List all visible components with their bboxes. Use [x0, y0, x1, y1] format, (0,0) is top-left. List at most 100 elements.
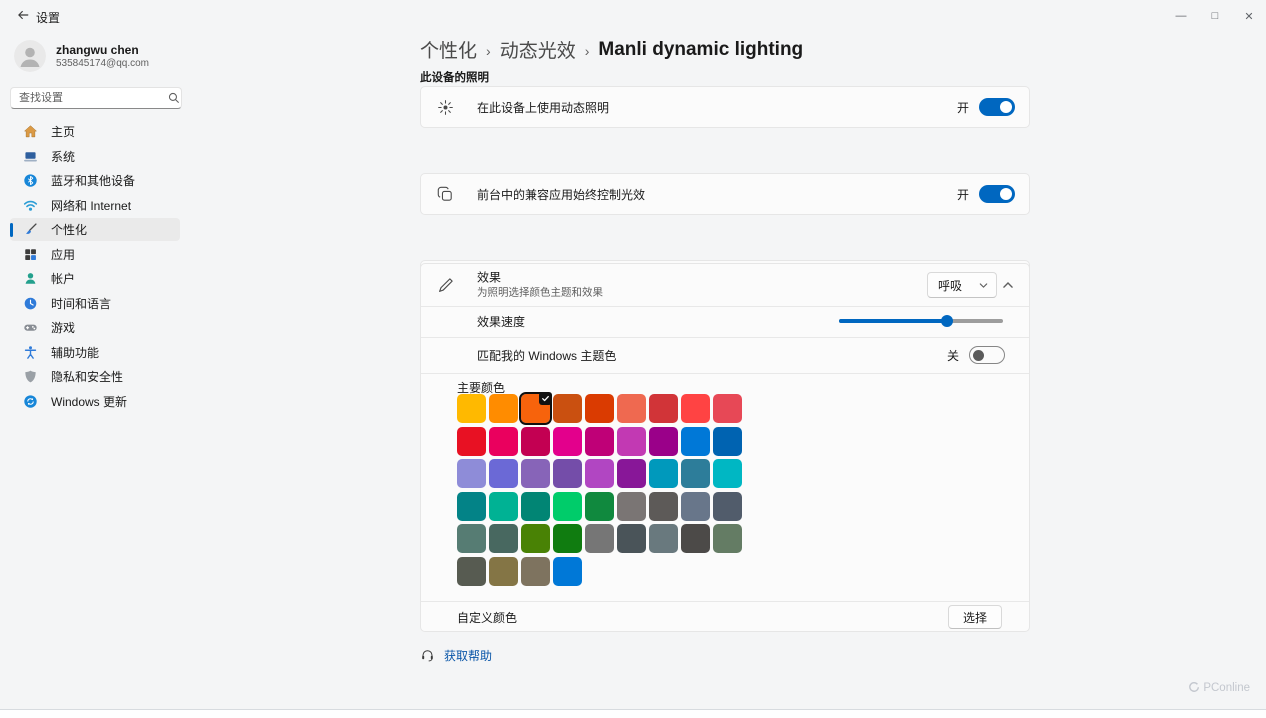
- color-swatch-e81123[interactable]: [457, 426, 486, 456]
- effects-label: 效果: [477, 270, 502, 285]
- color-swatch-68768a[interactable]: [681, 491, 710, 521]
- search-input[interactable]: [11, 92, 167, 104]
- effect-speed-slider[interactable]: [839, 314, 1003, 328]
- color-swatch-69797e[interactable]: [649, 524, 678, 553]
- color-swatch-b146c2[interactable]: [585, 459, 614, 488]
- sidebar-item-2[interactable]: 蓝牙和其他设备: [10, 169, 180, 192]
- color-swatch-d13438[interactable]: [649, 394, 678, 423]
- color-swatch-ea005e[interactable]: [489, 426, 518, 456]
- user-profile[interactable]: zhangwu chen 535845174@qq.com: [14, 40, 149, 72]
- minimize-button[interactable]: —: [1164, 0, 1198, 32]
- sidebar-item-7[interactable]: 时间和语言: [10, 292, 180, 315]
- color-swatch-00b7c3[interactable]: [713, 459, 742, 488]
- color-swatch-ff8c00[interactable]: [489, 394, 518, 423]
- breadcrumb-dynamic-lighting[interactable]: 动态光效: [500, 36, 576, 63]
- color-swatch-7e735f[interactable]: [521, 556, 550, 586]
- headset-icon: [420, 648, 435, 663]
- effect-dropdown[interactable]: 呼吸: [927, 272, 997, 298]
- color-swatch-ef6950[interactable]: [617, 394, 646, 423]
- color-swatch-8764b8[interactable]: [521, 459, 550, 488]
- color-swatch-847545[interactable]: [489, 556, 518, 586]
- watermark: PConline: [1187, 680, 1250, 696]
- color-swatch-575b51[interactable]: [457, 556, 486, 586]
- color-swatch-0078d7[interactable]: [681, 426, 710, 456]
- back-arrow-icon: [16, 8, 30, 27]
- chevron-up-icon[interactable]: [1001, 278, 1015, 292]
- color-swatch-0063b1[interactable]: [713, 426, 742, 456]
- match-theme-toggle[interactable]: [969, 346, 1005, 364]
- sidebar-item-11[interactable]: Windows 更新: [10, 390, 180, 413]
- sidebar-item-1[interactable]: 系统: [10, 145, 180, 168]
- color-swatch-f7630c[interactable]: [519, 392, 552, 425]
- close-button[interactable]: ✕: [1232, 0, 1266, 32]
- color-swatch-107c10[interactable]: [553, 524, 582, 553]
- sidebar-item-10[interactable]: 隐私和安全性: [10, 365, 180, 388]
- effects-header-row[interactable]: 效果 为照明选择颜色主题和效果 呼吸: [421, 264, 1029, 306]
- color-swatch-00b294[interactable]: [489, 491, 518, 521]
- selected-check-icon: [539, 392, 552, 405]
- color-swatch-ca5010[interactable]: [553, 394, 582, 423]
- color-swatch-744da9[interactable]: [553, 459, 582, 488]
- personalization-icon: [23, 222, 38, 237]
- color-swatch-486860[interactable]: [489, 524, 518, 553]
- color-swatch-8e8cd8[interactable]: [457, 459, 486, 488]
- color-swatch-10893e[interactable]: [585, 491, 614, 521]
- custom-color-row: 自定义颜色 选择: [421, 601, 1029, 633]
- color-swatch-038387[interactable]: [457, 491, 486, 521]
- maximize-button[interactable]: □: [1198, 0, 1232, 32]
- color-swatch-2d7d9a[interactable]: [681, 459, 710, 488]
- color-swatch-5d5a58[interactable]: [649, 491, 678, 521]
- titlebar: 设置 — □ ✕: [0, 0, 1266, 32]
- sidebar-item-5[interactable]: 应用: [10, 243, 180, 266]
- color-swatch-567c73[interactable]: [457, 524, 486, 553]
- breadcrumb-separator: ›: [486, 42, 491, 59]
- main-area: 个性化 › 动态光效 › Manli dynamic lighting 此设备的…: [190, 32, 1266, 709]
- sidebar-item-4[interactable]: 个性化: [10, 218, 180, 241]
- color-swatch-0078d7[interactable]: [553, 556, 582, 586]
- color-swatch-515c6b[interactable]: [713, 491, 742, 521]
- color-swatch-e74856[interactable]: [713, 394, 742, 423]
- color-swatch-4a5459[interactable]: [617, 524, 646, 553]
- foreground-apps-toggle[interactable]: [979, 185, 1015, 203]
- color-swatch-bf0077[interactable]: [585, 426, 614, 456]
- search-icon: [167, 91, 181, 105]
- color-swatch-647c64[interactable]: [713, 524, 742, 553]
- match-theme-label: 匹配我的 Windows 主题色: [477, 348, 617, 363]
- choose-color-button[interactable]: 选择: [948, 605, 1002, 629]
- color-swatch-ff4343[interactable]: [681, 394, 710, 423]
- sidebar-item-8[interactable]: 游戏: [10, 316, 180, 339]
- settings-window: 设置 — □ ✕ zhangwu chen 535845174@qq.com 主…: [0, 0, 1266, 710]
- color-swatch-e3008c[interactable]: [553, 426, 582, 456]
- color-swatch-c239b3[interactable]: [617, 426, 646, 456]
- sidebar-item-0[interactable]: 主页: [10, 120, 180, 143]
- sidebar-item-3[interactable]: 网络和 Internet: [10, 194, 180, 217]
- sidebar-item-6[interactable]: 帐户: [10, 267, 180, 290]
- window-bottom-edge: [0, 710, 1266, 718]
- color-swatch-7a7574[interactable]: [617, 491, 646, 521]
- search-box[interactable]: [10, 87, 182, 109]
- color-swatch-ffb900[interactable]: [457, 394, 486, 423]
- windows-update-icon: [23, 394, 38, 409]
- color-swatch-6b69d6[interactable]: [489, 459, 518, 488]
- get-help-link[interactable]: 获取帮助: [444, 647, 492, 664]
- color-swatch-da3b01[interactable]: [585, 394, 614, 423]
- color-swatch-018574[interactable]: [521, 491, 550, 521]
- color-swatch-498205[interactable]: [521, 524, 550, 553]
- sidebar-item-label: 主页: [51, 125, 76, 139]
- dynamic-lighting-toggle[interactable]: [979, 98, 1015, 116]
- effects-description: 为照明选择颜色主题和效果: [477, 286, 603, 299]
- color-swatch-00cc6a[interactable]: [553, 491, 582, 521]
- color-swatch-0099bc[interactable]: [649, 459, 678, 488]
- sidebar-item-9[interactable]: 辅助功能: [10, 341, 180, 364]
- back-button[interactable]: [10, 6, 36, 28]
- color-swatch-881798[interactable]: [617, 459, 646, 488]
- color-swatch-c30052[interactable]: [521, 426, 550, 456]
- match-theme-row: 匹配我的 Windows 主题色 关: [421, 337, 1029, 373]
- effect-speed-label: 效果速度: [477, 315, 526, 329]
- color-swatch-4c4a48[interactable]: [681, 524, 710, 553]
- accessibility-icon: [23, 345, 38, 360]
- color-swatch-767676[interactable]: [585, 524, 614, 553]
- sidebar-item-label: 系统: [51, 149, 76, 164]
- breadcrumb-personalization[interactable]: 个性化: [420, 36, 477, 63]
- color-swatch-9a0089[interactable]: [649, 426, 678, 456]
